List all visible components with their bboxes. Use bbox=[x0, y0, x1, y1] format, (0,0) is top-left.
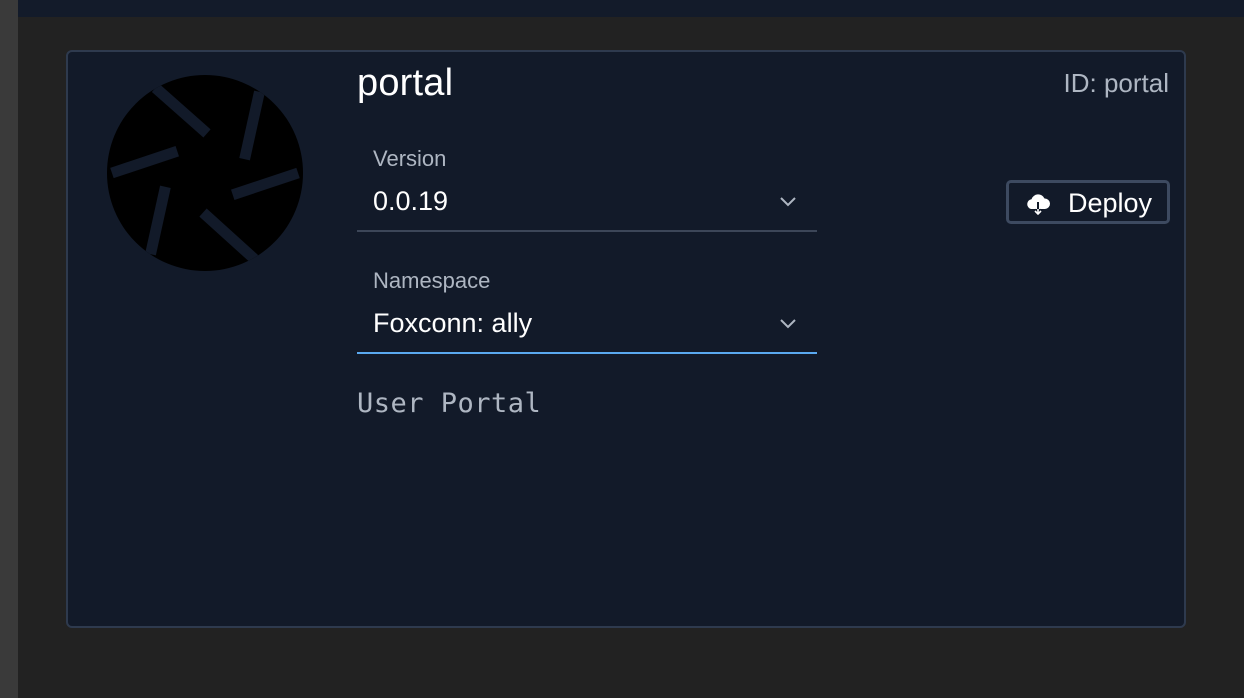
app-description: User Portal bbox=[357, 388, 542, 419]
deploy-label: Deploy bbox=[1068, 188, 1153, 218]
app-card: portal ID: portal Version 0.0.19 Namespa… bbox=[66, 50, 1186, 628]
chevron-down-icon[interactable] bbox=[779, 318, 797, 330]
deploy-button[interactable]: Deploy bbox=[1006, 180, 1170, 224]
version-label: Version bbox=[373, 146, 447, 171]
namespace-label: Namespace bbox=[373, 268, 491, 293]
top-header-bar bbox=[18, 0, 1244, 17]
left-edge-strip bbox=[0, 0, 18, 698]
aperture-icon bbox=[106, 74, 304, 272]
version-value: 0.0.19 bbox=[373, 186, 449, 216]
app-title: portal bbox=[357, 62, 454, 104]
namespace-value: Foxconn: ally bbox=[373, 308, 533, 338]
chevron-down-icon[interactable] bbox=[779, 196, 797, 208]
namespace-select[interactable]: Namespace Foxconn: ally bbox=[357, 262, 817, 354]
app-id: ID: portal bbox=[1063, 68, 1170, 98]
cloud-download-icon bbox=[1027, 194, 1051, 215]
version-select[interactable]: Version 0.0.19 bbox=[357, 140, 817, 232]
